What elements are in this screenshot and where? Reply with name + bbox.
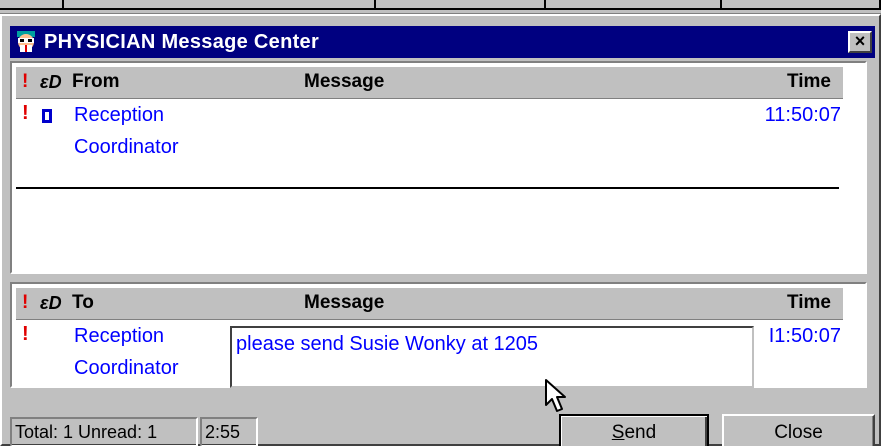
send-button-hotkey: S xyxy=(611,422,625,443)
urgent-column-header[interactable]: ! xyxy=(22,71,28,93)
bg-segment xyxy=(64,0,376,10)
received-time: 11:50:07 xyxy=(764,104,841,126)
physician-icon xyxy=(17,31,35,52)
message-column-header[interactable]: Message xyxy=(304,71,384,93)
time-column-header[interactable]: Time xyxy=(787,292,831,314)
window-title: PHYSICIAN Message Center xyxy=(44,31,320,53)
inbox-list[interactable]: ! ɛD From Message Time ! Reception Coord… xyxy=(10,61,867,274)
outbox-list[interactable]: ! ɛD To Message Time ! Reception Coordin… xyxy=(10,282,867,388)
close-icon: × xyxy=(854,31,866,51)
sender-name: Reception Coordinator xyxy=(74,99,179,163)
bg-segment xyxy=(376,0,546,10)
sent-time: I1:50:07 xyxy=(768,325,841,347)
recipient-line-2: Coordinator xyxy=(74,357,179,379)
recipient-name: Reception Coordinator xyxy=(74,320,179,384)
close-window-button[interactable]: × xyxy=(848,31,872,53)
sender-line-1: Reception xyxy=(74,104,165,126)
time-column-header[interactable]: Time xyxy=(787,71,831,93)
close-button[interactable]: Close xyxy=(722,414,875,446)
clock-status: 2:55 xyxy=(200,417,258,446)
urgent-flag: ! xyxy=(22,323,29,345)
send-button[interactable]: Send xyxy=(559,414,709,446)
to-column-header[interactable]: To xyxy=(72,292,94,314)
from-column-header[interactable]: From xyxy=(72,71,120,93)
title-bar[interactable]: PHYSICIAN Message Center × xyxy=(10,26,875,58)
message-column-header[interactable]: Message xyxy=(304,292,384,314)
inbox-header: ! ɛD From Message Time xyxy=(16,67,843,99)
message-count-status: Total: 1 Unread: 1 xyxy=(10,417,198,446)
message-center-window: PHYSICIAN Message Center × ! ɛD From Mes… xyxy=(0,14,881,446)
outbox-row[interactable]: ! Reception Coordinator please send Susi… xyxy=(16,320,843,388)
read-status-icon[interactable]: ɛD xyxy=(40,72,62,93)
unread-envelope-icon xyxy=(42,109,52,123)
urgent-flag: ! xyxy=(22,102,29,124)
send-button-label: end xyxy=(624,422,657,443)
outbox-header: ! ɛD To Message Time xyxy=(16,288,843,320)
recipient-line-1: Reception xyxy=(74,325,165,347)
bg-segment xyxy=(0,0,64,10)
mouse-pointer-icon xyxy=(545,379,566,412)
inbox-row[interactable]: ! Reception Coordinator 11:50:07 xyxy=(16,99,843,169)
sender-line-2: Coordinator xyxy=(74,136,179,158)
read-status-icon[interactable]: ɛD xyxy=(40,293,62,314)
background-window-strip xyxy=(0,0,881,14)
urgent-column-header[interactable]: ! xyxy=(22,292,28,314)
bg-segment xyxy=(546,0,722,10)
bg-segment xyxy=(722,0,881,10)
message-text-field[interactable]: please send Susie Wonky at 1205 xyxy=(230,326,754,388)
row-divider xyxy=(16,187,839,189)
